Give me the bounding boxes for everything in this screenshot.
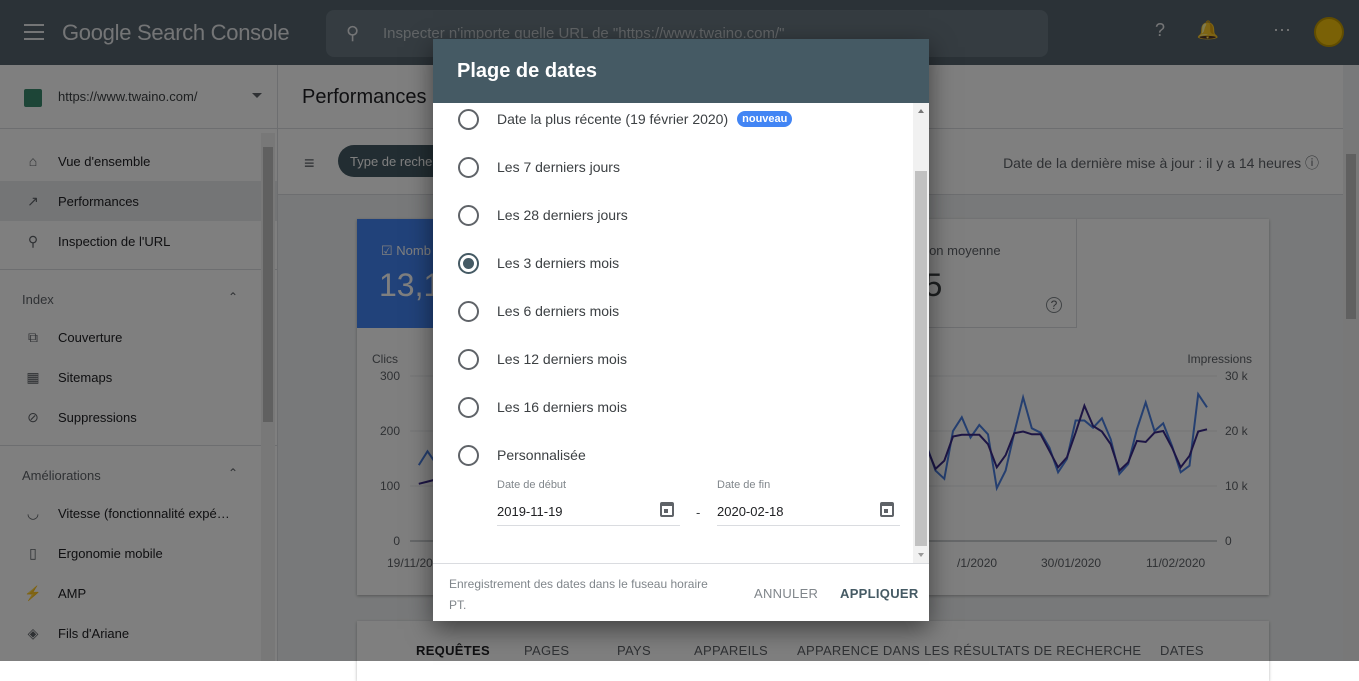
new-badge: nouveau	[737, 111, 793, 127]
dialog-scrollbar[interactable]	[913, 103, 929, 563]
end-date-value[interactable]: 2020-02-18	[717, 504, 784, 519]
dialog-footer: Enregistrement des dates dans le fuseau …	[433, 563, 929, 621]
option-label: Les 6 derniers mois	[497, 303, 620, 319]
option-label: Personnalisée	[497, 447, 586, 463]
calendar-icon[interactable]	[660, 502, 674, 517]
radio-icon[interactable]	[458, 108, 479, 130]
start-date-label: Date de début	[497, 479, 567, 491]
date-options: Date la plus récente (19 février 2020) no…	[433, 103, 929, 563]
option-latest-date[interactable]: Date la plus récente (19 février 2020) no…	[458, 107, 793, 131]
start-date-value[interactable]: 2019-11-19	[497, 504, 563, 519]
option-16-months[interactable]: Les 16 derniers mois	[458, 395, 627, 419]
option-custom[interactable]: Personnalisée	[458, 443, 586, 467]
cancel-button[interactable]: ANNULER	[754, 586, 818, 601]
radio-icon[interactable]	[458, 156, 479, 178]
start-date-field[interactable]: Date de début 2019-11-19	[497, 479, 680, 526]
option-3-months[interactable]: Les 3 derniers mois	[458, 251, 619, 275]
option-28-days[interactable]: Les 28 derniers jours	[458, 203, 628, 227]
end-date-label: Date de fin	[717, 479, 771, 491]
option-label: Les 28 derniers jours	[497, 207, 628, 223]
option-12-months[interactable]: Les 12 derniers mois	[458, 347, 627, 371]
option-6-months[interactable]: Les 6 derniers mois	[458, 299, 619, 323]
radio-icon[interactable]	[458, 300, 479, 322]
calendar-icon[interactable]	[880, 502, 894, 517]
option-label: Les 16 derniers mois	[497, 399, 627, 415]
date-range-dialog: Plage de dates Date la plus récente (19 …	[433, 39, 929, 621]
radio-icon[interactable]	[458, 348, 479, 370]
timezone-note: Enregistrement des dates dans le fuseau …	[449, 577, 708, 612]
radio-icon[interactable]	[458, 444, 479, 466]
end-date-field[interactable]: Date de fin 2020-02-18	[717, 479, 900, 526]
option-7-days[interactable]: Les 7 derniers jours	[458, 155, 620, 179]
option-label: Date la plus récente (19 février 2020)	[497, 111, 729, 127]
date-separator: -	[696, 505, 701, 520]
option-label: Les 12 derniers mois	[497, 351, 627, 367]
option-label: Les 3 derniers mois	[497, 255, 620, 271]
radio-selected-icon[interactable]	[458, 252, 479, 274]
option-label: Les 7 derniers jours	[497, 159, 620, 175]
radio-icon[interactable]	[458, 396, 479, 418]
radio-icon[interactable]	[458, 204, 479, 226]
dialog-title: Plage de dates	[433, 39, 929, 103]
apply-button[interactable]: APPLIQUER	[840, 586, 919, 601]
